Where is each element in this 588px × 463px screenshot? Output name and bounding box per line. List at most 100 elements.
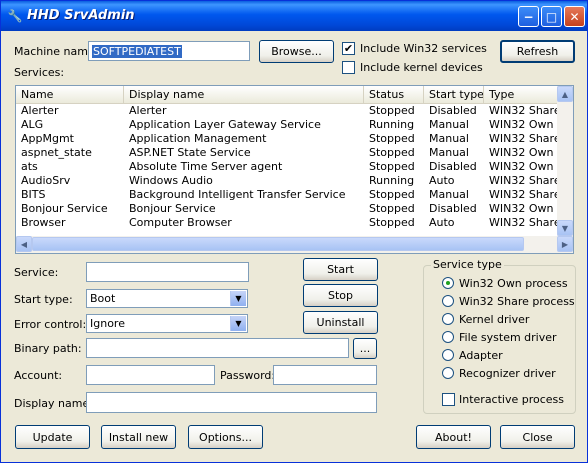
cell-type: WIN32 Share xyxy=(489,104,559,117)
account-input[interactable] xyxy=(86,365,215,385)
cell-display-name: Bonjour Service xyxy=(129,202,216,215)
cell-start-type: Manual xyxy=(429,118,469,131)
start-service-button[interactable]: Start xyxy=(303,258,378,281)
list-header: Name Display name Status Start type Type xyxy=(16,86,559,104)
table-row[interactable]: Alerter Alerter Stopped Disabled WIN32 S… xyxy=(16,104,559,118)
start-type-label: Start type: xyxy=(14,293,73,306)
cell-type: WIN32 Own p xyxy=(489,160,559,173)
close-button[interactable]: Close xyxy=(500,425,575,449)
column-header-name[interactable]: Name xyxy=(16,86,124,103)
radio-label: Adapter xyxy=(459,349,503,362)
machine-name-label: Machine name: xyxy=(14,45,99,58)
scroll-left-button[interactable]: ◀ xyxy=(16,236,32,252)
cell-start-type: Disabled xyxy=(429,160,477,173)
column-header-start-type[interactable]: Start type xyxy=(424,86,484,103)
arrow-down-icon: ▼ xyxy=(561,223,569,233)
cell-type: WIN32 Share xyxy=(489,132,559,145)
maximize-button[interactable]: □ xyxy=(541,6,562,27)
cell-display-name: Alerter xyxy=(129,104,167,117)
cell-display-name: Application Layer Gateway Service xyxy=(129,118,321,131)
machine-name-input[interactable]: SOFTPEDIATEST xyxy=(88,41,250,61)
include-win32-checkbox[interactable]: ✔ xyxy=(342,42,355,55)
radio-win32-share-process[interactable] xyxy=(442,295,454,307)
table-row[interactable]: ats Absolute Time Server agent Stopped D… xyxy=(16,160,559,174)
cell-display-name: Application Management xyxy=(129,132,267,145)
about-button[interactable]: About! xyxy=(416,425,491,449)
error-control-select[interactable]: Ignore ▼ xyxy=(86,314,248,333)
radio-adapter[interactable] xyxy=(442,349,454,361)
error-control-label: Error control: xyxy=(14,318,87,331)
cell-display-name: Computer Browser xyxy=(129,216,232,229)
cell-start-type: Auto xyxy=(429,174,455,187)
chevron-down-icon[interactable]: ▼ xyxy=(230,291,246,306)
cell-status: Stopped xyxy=(369,104,415,117)
table-row[interactable]: ALG Application Layer Gateway Service Ru… xyxy=(16,118,559,132)
minimize-button[interactable]: − xyxy=(518,6,539,27)
cell-start-type: Disabled xyxy=(429,202,477,215)
interactive-process-checkbox[interactable] xyxy=(442,393,455,406)
cell-name: BITS xyxy=(21,188,46,201)
scroll-up-button[interactable]: ▲ xyxy=(557,86,573,102)
vertical-scrollbar[interactable]: ▲ ▼ xyxy=(557,86,573,236)
cell-display-name: Absolute Time Server agent xyxy=(129,160,283,173)
radio-label: Win32 Own process xyxy=(459,277,568,290)
radio-win32-own-process[interactable] xyxy=(442,277,454,289)
wrench-icon: 🔧 xyxy=(7,9,23,23)
column-header-status[interactable]: Status xyxy=(364,86,424,103)
radio-label: Kernel driver xyxy=(459,313,530,326)
refresh-button[interactable]: Refresh xyxy=(500,40,575,63)
cell-display-name: ASP.NET State Service xyxy=(129,146,251,159)
update-button[interactable]: Update xyxy=(15,425,90,449)
options-button[interactable]: Options... xyxy=(188,425,263,449)
cell-start-type: Auto xyxy=(429,216,455,229)
cell-status: Stopped xyxy=(369,202,415,215)
scroll-down-button[interactable]: ▼ xyxy=(557,220,573,236)
cell-name: Alerter xyxy=(21,104,59,117)
radio-label: Recognizer driver xyxy=(459,367,556,380)
cell-status: Stopped xyxy=(369,160,415,173)
arrow-right-icon: ▶ xyxy=(561,239,569,249)
cell-type: WIN32 Share xyxy=(489,216,559,229)
uninstall-button[interactable]: Uninstall xyxy=(303,311,378,334)
binary-path-browse-button[interactable]: ... xyxy=(353,338,377,359)
close-window-button[interactable]: ✕ xyxy=(564,6,585,27)
include-kernel-checkbox[interactable] xyxy=(342,61,355,74)
cell-name: Browser xyxy=(21,216,66,229)
table-row[interactable]: AudioSrv Windows Audio Running Auto WIN3… xyxy=(16,174,559,188)
cell-status: Running xyxy=(369,118,415,131)
table-row[interactable]: BITS Background Intelligent Transfer Ser… xyxy=(16,188,559,202)
cell-name: AudioSrv xyxy=(21,174,71,187)
install-new-button[interactable]: Install new xyxy=(101,425,176,449)
radio-file-system-driver[interactable] xyxy=(442,331,454,343)
cell-name: ALG xyxy=(21,118,44,131)
radio-kernel-driver[interactable] xyxy=(442,313,454,325)
title-bar[interactable]: 🔧 HHD SrvAdmin − □ ✕ xyxy=(1,1,587,31)
arrow-up-icon: ▲ xyxy=(561,89,569,99)
cell-name: AppMgmt xyxy=(21,132,74,145)
binary-path-input[interactable] xyxy=(86,338,349,358)
table-row[interactable]: AppMgmt Application Management Stopped M… xyxy=(16,132,559,146)
start-type-select[interactable]: Boot ▼ xyxy=(86,289,248,308)
chevron-down-icon[interactable]: ▼ xyxy=(230,316,246,331)
cell-name: ats xyxy=(21,160,38,173)
password-input[interactable] xyxy=(273,365,377,385)
display-name-input[interactable] xyxy=(86,392,377,413)
column-header-type[interactable]: Type xyxy=(484,86,559,103)
cell-type: WIN32 Share xyxy=(489,174,559,187)
browse-machine-button[interactable]: Browse... xyxy=(259,40,334,63)
column-header-display-name[interactable]: Display name xyxy=(124,86,364,103)
horizontal-scrollbar[interactable]: ◀ ▶ xyxy=(16,236,573,253)
cell-status: Running xyxy=(369,174,415,187)
radio-label: Win32 Share process xyxy=(459,295,575,308)
stop-service-button[interactable]: Stop xyxy=(303,284,378,307)
horizontal-scroll-thumb[interactable] xyxy=(32,237,524,251)
radio-recognizer-driver[interactable] xyxy=(442,367,454,379)
service-input[interactable] xyxy=(86,262,249,282)
table-row[interactable]: Browser Computer Browser Stopped Auto WI… xyxy=(16,216,559,230)
table-row[interactable]: aspnet_state ASP.NET State Service Stopp… xyxy=(16,146,559,160)
scroll-right-button[interactable]: ▶ xyxy=(557,236,573,252)
cell-status: Stopped xyxy=(369,216,415,229)
services-list[interactable]: Name Display name Status Start type Type… xyxy=(15,85,574,254)
interactive-process-label: Interactive process xyxy=(459,393,565,406)
table-row[interactable]: Bonjour Service Bonjour Service Stopped … xyxy=(16,202,559,216)
